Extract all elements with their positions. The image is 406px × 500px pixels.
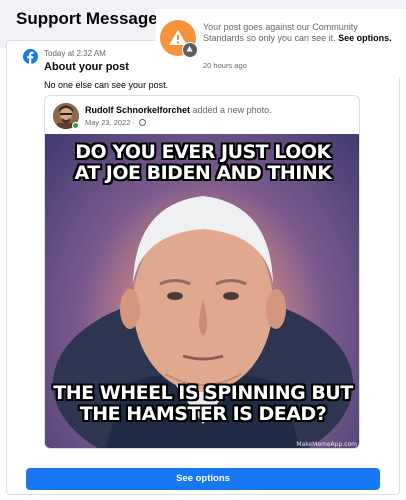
meme-bottom-text-line1: THE WHEEL IS SPINNING BUT xyxy=(53,382,353,404)
online-status-dot xyxy=(72,122,79,129)
page-title: Support Message xyxy=(16,9,158,28)
message-time: Today at 2:32 AM xyxy=(44,49,106,58)
post-preview[interactable]: Rudolf Schnorkelforchet added a new phot… xyxy=(44,95,360,449)
post-author-line: Rudolf Schnorkelforchet added a new phot… xyxy=(85,105,272,115)
post-date[interactable]: May 23, 2022 · xyxy=(85,118,147,127)
notification-text: Your post goes against our Community Sta… xyxy=(203,22,399,44)
globe-icon xyxy=(139,119,147,126)
restricted-badge-icon xyxy=(182,42,198,58)
meme-image[interactable]: DO YOU EVER JUST LOOK AT JOE BIDEN AND T… xyxy=(45,134,359,448)
notification-see-options-link[interactable]: See options. xyxy=(338,33,392,43)
meme-bottom-text-line2: THE HAMSTER IS DEAD? xyxy=(79,403,327,425)
post-action-text: added a new photo. xyxy=(192,105,272,115)
post-date-text: May 23, 2022 · xyxy=(85,118,138,127)
meme-top-text: DO YOU EVER JUST LOOK AT JOE BIDEN AND T… xyxy=(45,141,359,184)
meme-watermark: MakeMemeApp.com xyxy=(296,441,357,448)
meme-top-text-line1: DO YOU EVER JUST LOOK xyxy=(75,141,331,163)
meme-bottom-text: THE WHEEL IS SPINNING BUT THE HAMSTER IS… xyxy=(45,382,359,425)
message-title: About your post xyxy=(44,61,129,73)
see-options-button[interactable]: See options xyxy=(26,468,380,490)
meme-top-text-line2: AT JOE BIDEN AND THINK xyxy=(74,162,333,184)
notification-message: Your post goes against our Community Sta… xyxy=(203,22,358,43)
message-body: No one else can see your post. xyxy=(44,80,169,90)
post-author-name[interactable]: Rudolf Schnorkelforchet xyxy=(85,105,190,115)
notification-time: 20 hours ago xyxy=(203,61,247,70)
facebook-logo-icon xyxy=(23,49,38,64)
